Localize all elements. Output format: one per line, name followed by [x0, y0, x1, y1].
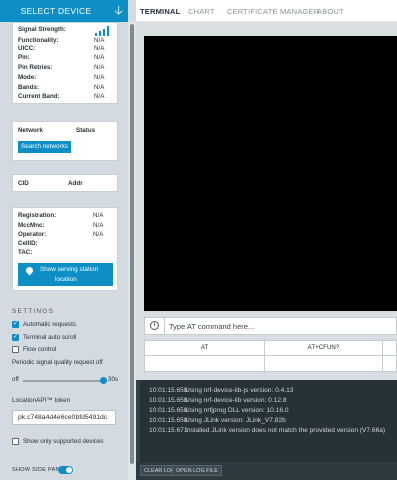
info-value: N/A	[94, 64, 105, 71]
log-message: Installed JLink version does not match t…	[185, 427, 386, 434]
device-info-row: UICC: N/A	[18, 45, 114, 53]
info-key: UICC:	[18, 44, 36, 52]
select-device-label: SELECT DEVICE	[20, 6, 92, 16]
location-pin-icon	[24, 265, 35, 276]
table-divider	[145, 355, 397, 356]
command-bar: i	[144, 317, 397, 335]
info-key: Current Band:	[18, 93, 60, 100]
info-value: N/A	[94, 74, 105, 81]
info-value: N/A	[94, 93, 105, 100]
command-divider	[164, 318, 165, 334]
status-column-header: Status	[76, 127, 96, 134]
log-timestamp: 10:01:15.658	[149, 407, 188, 414]
info-key: Operator:	[18, 231, 47, 238]
sidebar-scrollbar-thumb[interactable]	[130, 24, 134, 464]
at-command-input[interactable]	[169, 318, 389, 334]
device-info-row: Pin Retries: N/A	[18, 64, 114, 72]
info-key: Pin:	[18, 54, 30, 61]
checkmark-icon: ✓	[12, 321, 19, 328]
info-key: CellID:	[18, 240, 38, 247]
arrow-down-icon: 🡣	[114, 3, 123, 17]
slider-handle[interactable]	[100, 377, 107, 384]
tab-about[interactable]: ABOUT	[317, 7, 344, 16]
info-key: Pin Retries:	[18, 64, 53, 71]
quick-command-table: AT AT+CFUN?	[144, 340, 397, 372]
tab-certificate-manager[interactable]: CERTIFICATE MANAGER	[227, 7, 319, 16]
quick-command-at[interactable]: AT	[145, 341, 264, 355]
show-serving-station-button[interactable]: Show serving station location	[18, 263, 113, 286]
info-key: Registration:	[18, 212, 57, 219]
log-timestamp: 10:01:15.658	[149, 397, 188, 404]
info-key: TAC:	[18, 249, 33, 256]
search-networks-button[interactable]: Search networks	[18, 141, 71, 153]
device-info-card: Signal Strength: Functionality: N/A UICC:…	[12, 22, 118, 104]
info-key: MccMnc:	[18, 222, 45, 229]
info-icon[interactable]: i	[150, 321, 159, 330]
token-label: LocationAPI™ token	[12, 397, 71, 404]
registration-row: TAC:	[18, 249, 114, 257]
network-column-header: Network	[18, 127, 43, 134]
signal-request-slider[interactable]	[23, 380, 103, 382]
info-value: N/A	[93, 222, 104, 229]
table-divider	[382, 341, 383, 371]
sidebar-scrollbar[interactable]	[128, 22, 136, 480]
device-info-row: Functionality: N/A	[18, 37, 114, 45]
toggle-knob	[66, 467, 72, 473]
periodic-request-label: Periodic signal quality request off	[12, 359, 103, 366]
device-info-row: Pin: N/A	[18, 54, 114, 62]
terminal-auto-scroll-label: Terminal auto scroll	[23, 334, 77, 341]
log-message: Using JLink version: JLink_V7.82b	[185, 417, 286, 424]
info-value: N/A	[94, 44, 105, 52]
info-value: N/A	[94, 84, 105, 91]
registration-row: MccMnc: N/A	[18, 222, 114, 230]
slider-min-label: off	[12, 376, 19, 383]
log-message: Using nrf-device-lib version: 0.12.8	[185, 397, 287, 404]
settings-heading: SETTINGS	[12, 308, 55, 315]
flow-control-label: Flow control	[23, 346, 57, 353]
info-value: N/A	[94, 54, 105, 61]
table-divider	[264, 341, 265, 371]
info-value: N/A	[93, 231, 104, 238]
device-info-row: Bands: N/A	[18, 84, 114, 92]
device-info-row: Current Band: N/A	[18, 93, 114, 101]
slider-max-label: 30s	[108, 376, 118, 383]
info-value: N/A	[94, 36, 105, 44]
select-device-button[interactable]: SELECT DEVICE 🡣	[0, 0, 128, 22]
info-key: Functionality:	[18, 36, 59, 44]
show-station-label-line2: location	[55, 276, 77, 283]
open-log-file-button[interactable]: OPEN LOG FILE	[172, 465, 222, 476]
addr-column-header: Addr	[68, 180, 83, 187]
info-value: N/A	[93, 212, 104, 219]
log-timestamp: 10:01:15.658	[149, 387, 188, 394]
checkbox-empty-icon	[12, 438, 19, 445]
registration-row: CellID:	[18, 240, 114, 248]
location-api-token-input[interactable]	[12, 410, 116, 425]
info-key: Signal Strength:	[18, 26, 66, 33]
tab-chart[interactable]: CHART	[188, 7, 215, 16]
device-info-row: Signal Strength:	[18, 26, 114, 34]
registration-row: Registration: N/A	[18, 212, 114, 220]
log-timestamp: 10:01:15.671	[149, 427, 188, 434]
quick-command-cfun[interactable]: AT+CFUN?	[265, 341, 382, 355]
registration-card: Registration: N/A MccMnc: N/A Operator: N/A…	[12, 207, 118, 291]
checkbox-empty-icon	[12, 346, 19, 353]
log-message: Using nrfjprog DLL version: 10.16.0	[185, 407, 289, 414]
info-key: Mode:	[18, 74, 37, 81]
registration-row: Operator: N/A	[18, 231, 114, 239]
automatic-requests-label: Automatic requests	[23, 321, 76, 328]
cells-card: CID Addr	[12, 174, 118, 192]
log-message: Using nrf-device-lib-js version: 0.4.13	[185, 387, 294, 394]
device-info-row: Mode: N/A	[18, 74, 114, 82]
show-station-label-line1: Show serving station	[40, 266, 99, 273]
cid-column-header: CID	[18, 180, 29, 187]
network-card: Network Status Search networks	[12, 121, 118, 161]
terminal-output[interactable]	[144, 36, 397, 311]
tab-terminal[interactable]: TERMINAL	[140, 7, 180, 16]
checkmark-icon: ✓	[12, 334, 19, 341]
log-timestamp: 10:01:15.658	[149, 417, 188, 424]
info-key: Bands:	[18, 84, 39, 91]
show-only-supported-devices-label: Show only supported devices	[23, 438, 104, 445]
